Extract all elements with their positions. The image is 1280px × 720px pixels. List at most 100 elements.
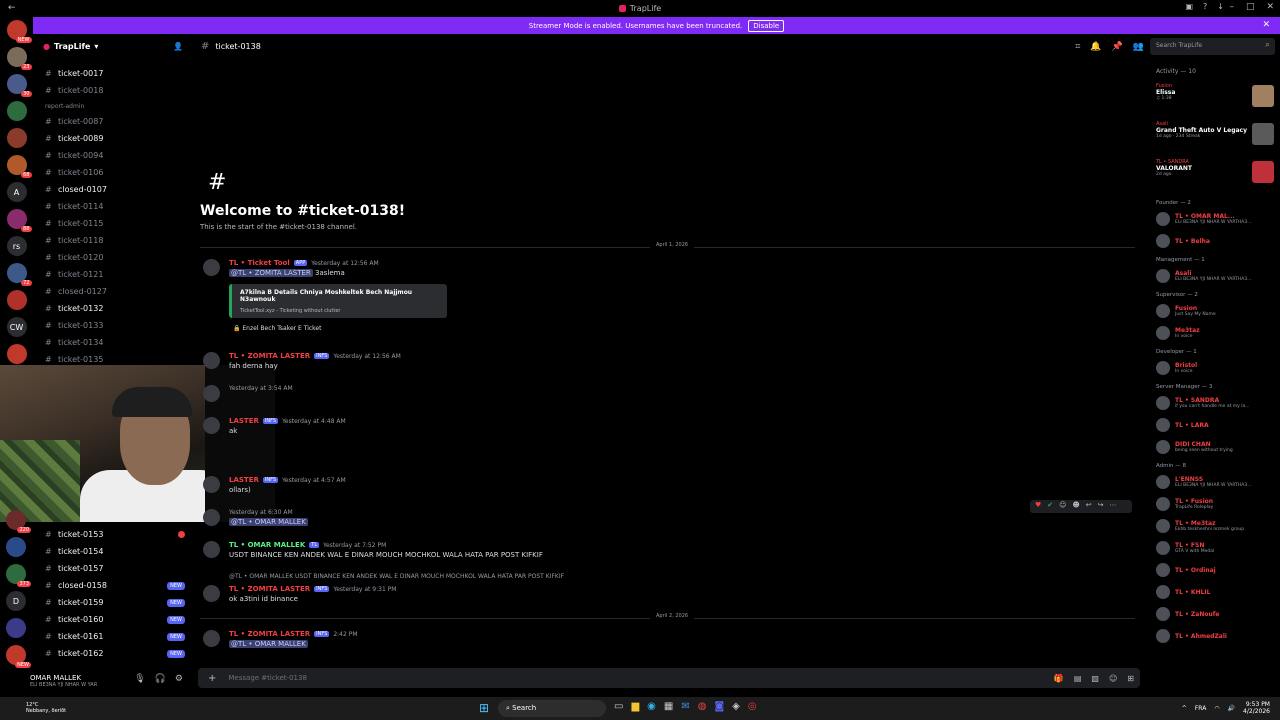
volume-icon[interactable]: 🔊: [1228, 705, 1235, 712]
channel-item[interactable]: # ticket-0094: [33, 147, 193, 164]
task-view-icon[interactable]: ▭: [614, 701, 623, 712]
headphones-icon[interactable]: 🎧: [155, 674, 166, 684]
server-icon[interactable]: 30: [6, 74, 32, 97]
clock[interactable]: 9:53 PM 4/2/2026: [1243, 701, 1270, 715]
author-name[interactable]: LASTER: [229, 476, 259, 484]
member-item[interactable]: TL • OMAR MAL... ELI BE3NA YJI NHAR W YAR…: [1150, 208, 1280, 230]
avatar[interactable]: [203, 585, 220, 602]
server-icon[interactable]: 220: [6, 510, 31, 533]
avatar[interactable]: [203, 630, 220, 647]
channel-category[interactable]: report-admin: [33, 99, 193, 113]
avatar[interactable]: [203, 509, 220, 526]
server-icon[interactable]: [6, 128, 27, 148]
member-item[interactable]: TL • KHLIL: [1150, 581, 1280, 603]
channel-item[interactable]: # ticket-0087: [33, 113, 193, 130]
apps-icon[interactable]: ⊞: [1127, 674, 1134, 683]
add-reaction-icon[interactable]: ☻: [1072, 501, 1079, 512]
channel-item[interactable]: # ticket-0132: [33, 300, 193, 317]
inbox-icon[interactable]: ▣: [1185, 2, 1193, 11]
gif-icon[interactable]: ▤: [1074, 674, 1082, 683]
add-member-icon[interactable]: 👤: [173, 42, 183, 51]
server-icon[interactable]: 23: [6, 47, 32, 70]
check-reaction-icon[interactable]: ✔: [1047, 501, 1053, 512]
server-icon[interactable]: 373: [6, 564, 31, 587]
chrome-icon[interactable]: ◍: [698, 701, 707, 712]
weather-widget[interactable]: 12°C Nebbany, ðeriðt: [26, 702, 66, 714]
mic-icon[interactable]: 🎙: [134, 674, 145, 684]
server-icon[interactable]: NEW: [6, 20, 32, 43]
channel-item[interactable]: # closed-0158 NEW: [33, 577, 193, 594]
channel-item[interactable]: # ticket-0159 NEW: [33, 594, 193, 611]
mail-icon[interactable]: ✉: [681, 701, 689, 712]
channel-item[interactable]: # ticket-0115: [33, 215, 193, 232]
member-item[interactable]: TL • Ordinaj: [1150, 559, 1280, 581]
tray-expand-icon[interactable]: ^: [1182, 705, 1187, 712]
message-input[interactable]: Message #ticket-0138: [228, 674, 307, 682]
channel-item[interactable]: # ticket-0154: [33, 543, 193, 560]
member-item[interactable]: Me3taz In voice: [1150, 322, 1280, 344]
member-item[interactable]: TL • ZaNoufe: [1150, 603, 1280, 625]
steam-icon[interactable]: ◈: [732, 701, 740, 712]
channel-item[interactable]: # ticket-0153: [33, 526, 193, 543]
author-name[interactable]: TL • ZOMITA LASTER: [229, 630, 310, 638]
minimize-icon[interactable]: –: [1229, 2, 1234, 12]
reply-icon[interactable]: ↩: [1086, 501, 1092, 512]
channel-item[interactable]: # ticket-0121: [33, 266, 193, 283]
channel-item[interactable]: # ticket-0134: [33, 334, 193, 351]
user-mention[interactable]: @TL • ZOMITA LASTER: [229, 269, 313, 277]
channel-item[interactable]: # ticket-0089: [33, 130, 193, 147]
avatar[interactable]: [203, 259, 220, 276]
author-name[interactable]: TL • ZOMITA LASTER: [229, 352, 310, 360]
channel-item[interactable]: # ticket-0017: [33, 65, 193, 82]
channel-item[interactable]: # ticket-0018: [33, 82, 193, 99]
help-icon[interactable]: ?: [1203, 2, 1207, 11]
channel-item[interactable]: # ticket-0157: [33, 560, 193, 577]
author-name[interactable]: TL • Ticket Tool: [229, 259, 290, 267]
member-item[interactable]: TL • Belha: [1150, 230, 1280, 252]
server-icon[interactable]: 88: [6, 209, 32, 232]
member-item[interactable]: DIDI CHAN being seen without trying: [1150, 436, 1280, 458]
avatar[interactable]: [203, 352, 220, 369]
channel-item[interactable]: # ticket-0160 NEW: [33, 611, 193, 628]
app-icon[interactable]: ◎: [748, 701, 757, 712]
download-icon[interactable]: ↓: [1217, 2, 1224, 11]
member-item[interactable]: TL • FSN GTA V with Medal: [1150, 537, 1280, 559]
member-item[interactable]: TL • AhmedZali: [1150, 625, 1280, 647]
member-item[interactable]: Bristol In voice: [1150, 357, 1280, 379]
channel-item[interactable]: # ticket-0120: [33, 249, 193, 266]
server-icon[interactable]: [6, 537, 26, 557]
server-icon[interactable]: CW: [6, 317, 27, 337]
settings-gear-icon[interactable]: ⚙: [175, 674, 183, 684]
user-mention[interactable]: @TL • OMAR MALLEK: [229, 640, 308, 648]
pin-icon[interactable]: 📌: [1112, 42, 1123, 52]
emoji-picker-icon[interactable]: ☺: [1109, 674, 1117, 683]
author-name[interactable]: LASTER: [229, 417, 259, 425]
close-banner-icon[interactable]: ✕: [1262, 20, 1270, 30]
maximize-icon[interactable]: □: [1246, 2, 1255, 12]
threads-icon[interactable]: ⌗: [1075, 42, 1080, 52]
user-name[interactable]: OMAR MALLEK: [30, 674, 97, 682]
more-icon[interactable]: ⋯: [1110, 501, 1117, 512]
avatar[interactable]: [203, 476, 220, 493]
channel-item[interactable]: # ticket-0114: [33, 198, 193, 215]
activity-card[interactable]: TL • SANDRA VALORANT 2d ago: [1150, 157, 1280, 195]
attach-plus-icon[interactable]: +: [208, 673, 216, 684]
member-item[interactable]: TL • Me3taz Ekhb teskheshni lezmek group: [1150, 515, 1280, 537]
edge-icon[interactable]: ◉: [647, 701, 656, 712]
disable-button[interactable]: Disable: [748, 19, 785, 32]
server-icon[interactable]: D: [6, 591, 26, 611]
member-item[interactable]: TL • SANDRA if you can't handle me at my …: [1150, 392, 1280, 414]
back-arrow-icon[interactable]: ←: [8, 3, 16, 13]
avatar[interactable]: [203, 385, 220, 402]
file-explorer-icon[interactable]: ▆: [631, 701, 639, 712]
close-ticket-button[interactable]: 🔒 Enzel Bech Tsaker E Ticket: [233, 325, 321, 332]
discord-icon[interactable]: ◙: [714, 701, 724, 712]
close-window-icon[interactable]: ✕: [1266, 2, 1274, 12]
server-icon[interactable]: [6, 101, 27, 121]
gift-icon[interactable]: 🎁: [1054, 674, 1064, 683]
channel-item[interactable]: # closed-0107: [33, 181, 193, 198]
server-header[interactable]: ● TrapLife ▾ 👤: [33, 34, 193, 59]
member-item[interactable]: TL • Fusion TrapLife Roleplay: [1150, 493, 1280, 515]
server-icon[interactable]: [6, 344, 27, 364]
members-icon[interactable]: 👥: [1133, 42, 1144, 52]
